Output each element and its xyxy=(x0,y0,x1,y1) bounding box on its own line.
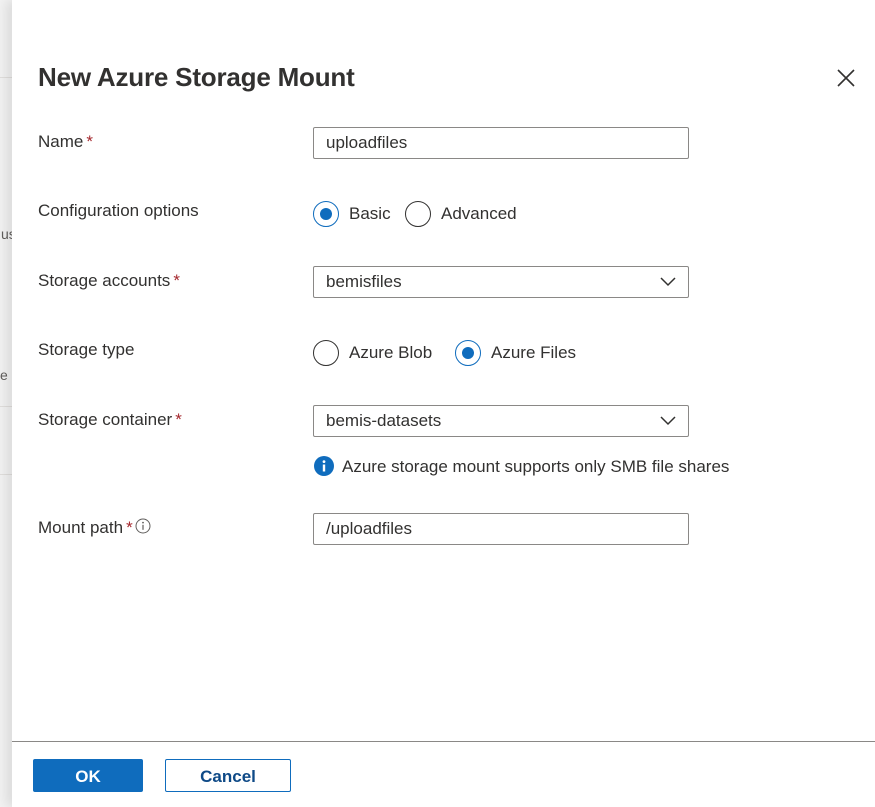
storage-container-dropdown[interactable]: bemis-datasets xyxy=(313,405,689,437)
background-divider xyxy=(0,77,12,78)
info-circle-icon[interactable] xyxy=(135,518,151,534)
footer-divider xyxy=(12,741,875,742)
storage-mount-dialog: New Azure Storage Mount Name* Configurat… xyxy=(12,0,875,807)
background-divider xyxy=(0,406,12,407)
storage-accounts-label: Storage accounts * xyxy=(38,271,180,291)
radio-azure-blob-indicator xyxy=(313,340,339,366)
background-page: us e xyxy=(0,0,12,807)
radio-advanced[interactable]: Advanced xyxy=(405,201,530,229)
dialog-title: New Azure Storage Mount xyxy=(38,62,355,92)
cancel-button[interactable]: Cancel xyxy=(165,759,291,792)
storage-container-label-text: Storage container xyxy=(38,410,173,429)
storage-accounts-dropdown[interactable]: bemisfiles xyxy=(313,266,689,298)
radio-basic[interactable]: Basic xyxy=(313,201,393,229)
close-icon xyxy=(837,69,855,87)
radio-azure-blob-label: Azure Blob xyxy=(349,343,433,362)
radio-azure-files-label: Azure Files xyxy=(491,343,577,362)
required-indicator: * xyxy=(126,518,133,537)
required-indicator: * xyxy=(86,132,93,151)
mount-path-input[interactable] xyxy=(313,513,689,545)
name-label: Name * xyxy=(38,132,93,152)
storage-accounts-selected-value: bemisfiles xyxy=(326,272,402,291)
radio-azure-files[interactable]: Azure Files xyxy=(455,340,585,368)
storage-type-label: Storage type xyxy=(38,340,135,359)
storage-container-label: Storage container * xyxy=(38,410,182,430)
background-text-fragment: us xyxy=(1,226,12,242)
configuration-options-label: Configuration options xyxy=(38,201,199,220)
storage-container-selected-value: bemis-datasets xyxy=(326,411,442,430)
required-indicator: * xyxy=(175,410,182,429)
required-indicator: * xyxy=(173,271,180,290)
radio-advanced-indicator xyxy=(405,201,431,227)
chevron-down-icon xyxy=(660,416,676,426)
close-button[interactable] xyxy=(834,66,858,90)
mount-path-label: Mount path * xyxy=(38,518,151,538)
radio-azure-files-indicator xyxy=(455,340,481,366)
background-divider xyxy=(0,474,12,475)
mount-path-label-text: Mount path xyxy=(38,518,124,537)
name-input[interactable] xyxy=(313,127,689,159)
info-message-text: Azure storage mount supports only SMB fi… xyxy=(342,457,730,476)
name-label-text: Name xyxy=(38,132,84,151)
info-icon xyxy=(314,456,334,476)
storage-accounts-label-text: Storage accounts xyxy=(38,271,171,290)
radio-azure-blob[interactable]: Azure Blob xyxy=(313,340,443,368)
radio-basic-label: Basic xyxy=(349,204,391,223)
chevron-down-icon xyxy=(660,277,676,287)
radio-basic-indicator xyxy=(313,201,339,227)
background-text-fragment: e xyxy=(0,367,8,383)
radio-advanced-label: Advanced xyxy=(441,204,517,223)
ok-button[interactable]: OK xyxy=(33,759,143,792)
